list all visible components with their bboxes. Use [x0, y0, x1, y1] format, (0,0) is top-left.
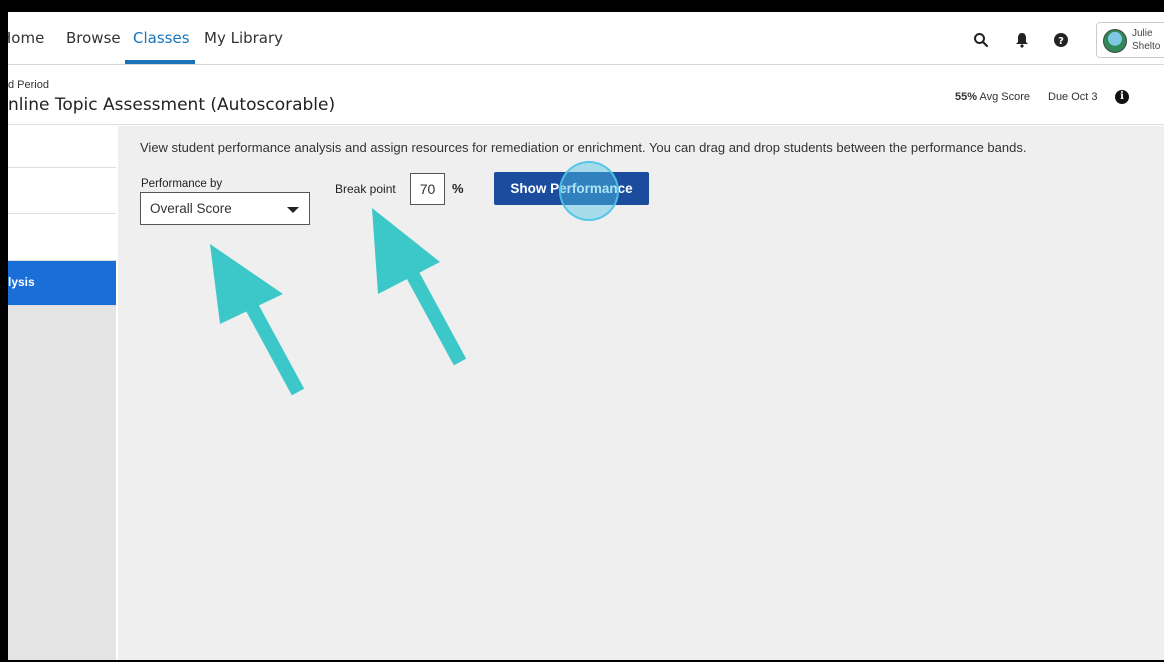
annotation-arrows — [210, 208, 467, 396]
arrow-to-break-point — [372, 208, 467, 366]
arrow-to-performance-select — [210, 244, 305, 396]
app-window: Home Browse Classes My Library ? Julie S… — [8, 12, 1164, 660]
